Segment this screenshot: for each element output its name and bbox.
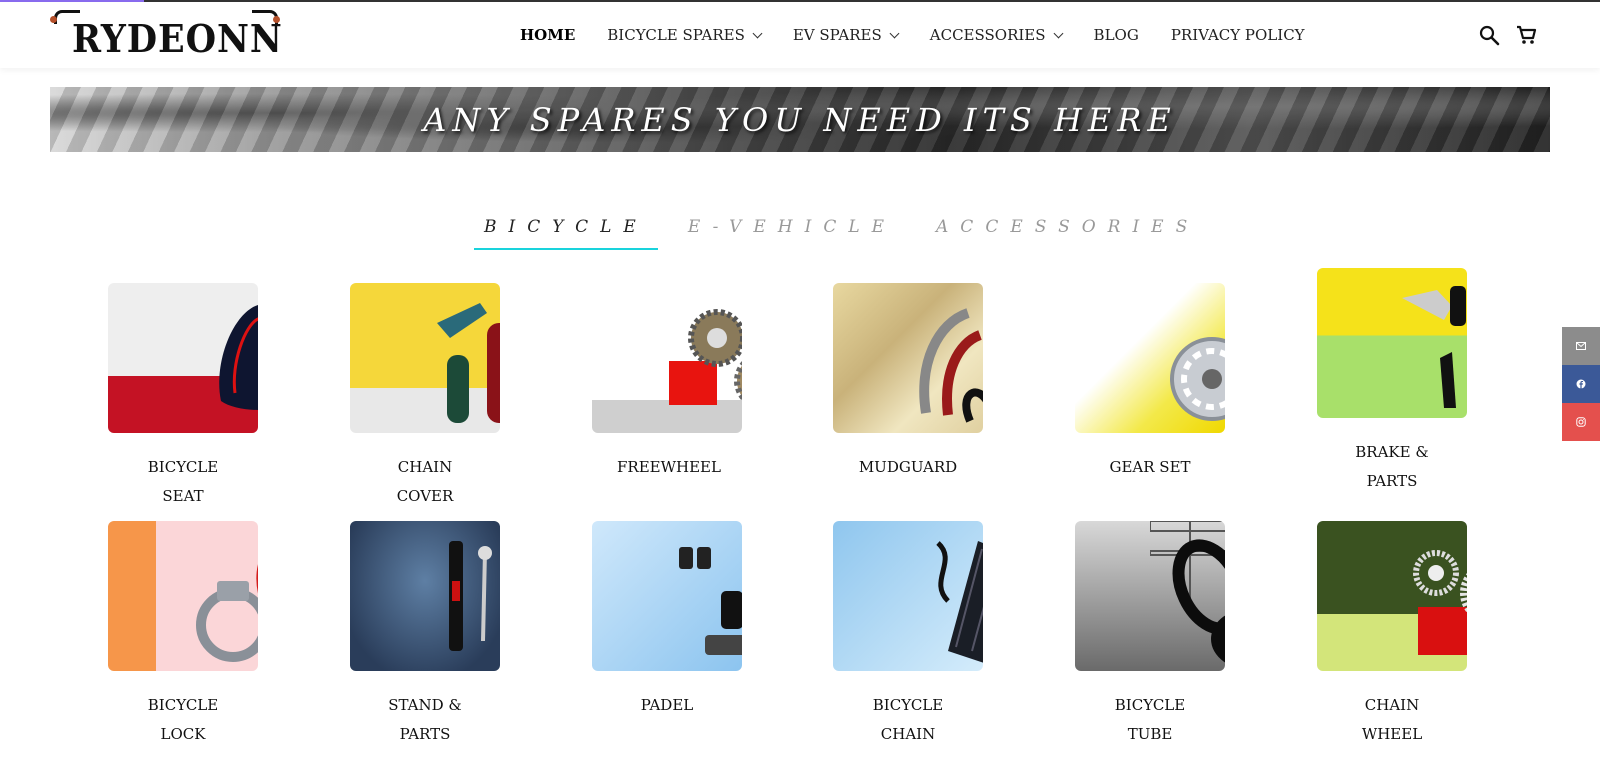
product-label: BICYCLE LOCK [147,696,219,743]
main-nav: HOME BICYCLE SPARES EV SPARES ACCESSORIE… [520,2,1337,68]
site-logo[interactable]: RYDEONN [50,8,283,62]
nav-ev-spares[interactable]: EV SPARES [792,26,900,44]
product-image [1317,268,1467,418]
product-card-freewheel[interactable]: FREEWHEEL [567,283,767,482]
tab-accessories[interactable]: ACCESSORIES [926,214,1209,250]
product-card-bicycle-seat[interactable]: BICYCLE SEAT [83,283,283,511]
product-image [350,521,500,671]
product-label: MUDGUARD [858,458,958,476]
product-image [592,521,742,671]
product-card-bicycle-lock[interactable]: BICYCLE LOCK [83,521,283,749]
nav-privacy-policy[interactable]: PRIVACY POLICY [1171,26,1305,44]
product-image [1075,283,1225,433]
product-label: BICYCLE TUBE [1114,696,1186,743]
chevron-down-icon [889,28,900,38]
product-card-padel[interactable]: PADEL [567,521,767,720]
search-icon[interactable] [1478,24,1500,46]
product-card-gear-set[interactable]: GEAR SET [1050,283,1250,482]
chevron-down-icon [1053,28,1063,38]
tab-bicycle[interactable]: BICYCLE [474,214,658,250]
product-card-brake-parts[interactable]: BRAKE & PARTS [1292,268,1492,496]
product-card-stand-parts[interactable]: STAND & PARTS [325,521,525,749]
product-card-bicycle-chain[interactable]: BICYCLE CHAIN [808,521,1008,749]
product-image [108,283,258,433]
nav-accessories-label: ACCESSORIES [929,26,1046,44]
product-label: BRAKE & PARTS [1355,443,1429,490]
product-label: FREEWHEEL [617,458,721,476]
category-tabs: BICYCLE E-VEHICLE ACCESSORIES [474,214,1229,254]
nav-ev-spares-label: EV SPARES [792,26,882,44]
logo-grip-left [50,16,57,23]
banner-text: ANY SPARES YOU NEED ITS HERE [423,101,1177,139]
site-header: RYDEONN HOME BICYCLE SPARES EV SPARES AC… [0,2,1600,68]
product-image [592,283,742,433]
facebook-icon[interactable] [1562,365,1600,403]
instagram-icon[interactable] [1562,403,1600,441]
product-image [1075,521,1225,671]
product-label: CHAIN COVER [396,458,454,505]
nav-privacy-policy-label: PRIVACY POLICY [1170,26,1305,44]
social-sidebar [1562,327,1600,441]
product-label: STAND & PARTS [388,696,462,743]
chevron-down-icon [752,28,763,38]
product-image [833,283,983,433]
product-label: BICYCLE SEAT [147,458,219,505]
hero-banner: ANY SPARES YOU NEED ITS HERE [50,87,1550,152]
mail-icon[interactable] [1562,327,1600,365]
logo-text: RYDEONN [72,16,283,61]
product-card-mudguard[interactable]: MUDGUARD [808,283,1008,482]
tab-e-vehicle[interactable]: E-VEHICLE [678,214,906,250]
product-card-bicycle-tube[interactable]: BICYCLE TUBE [1050,521,1250,749]
cart-icon[interactable] [1515,24,1537,46]
product-image [350,283,500,433]
product-label: PADEL [640,696,694,714]
nav-blog[interactable]: BLOG [1094,26,1139,44]
product-card-chain-cover[interactable]: CHAIN COVER [325,283,525,511]
nav-blog-label: BLOG [1093,26,1139,44]
product-image [108,521,258,671]
product-image [833,521,983,671]
product-image [1317,521,1467,671]
product-label: GEAR SET [1109,458,1191,476]
product-card-chain-wheel[interactable]: CHAIN WHEEL [1292,521,1492,749]
nav-bicycle-spares-label: BICYCLE SPARES [607,26,745,44]
nav-bicycle-spares[interactable]: BICYCLE SPARES [607,26,763,44]
nav-home[interactable]: HOME [520,26,575,44]
product-label: CHAIN WHEEL [1361,696,1423,743]
nav-accessories[interactable]: ACCESSORIES [929,26,1063,44]
nav-home-label: HOME [520,26,576,44]
product-label: BICYCLE CHAIN [872,696,944,743]
